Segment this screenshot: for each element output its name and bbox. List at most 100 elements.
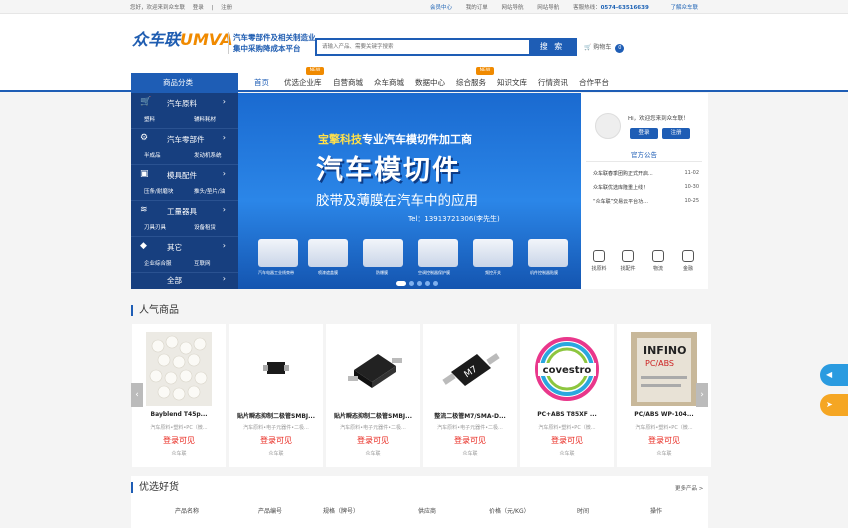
top-bar: 您好，欢迎来到众车联 登录 | 注册 会员中心 我的订单 网站导航 网站导航 客… xyxy=(0,0,848,14)
search-button[interactable]: 搜 索 xyxy=(529,40,575,54)
product-image-diode xyxy=(340,332,406,406)
banner-product-label: 机件控制器贴膜 xyxy=(530,270,558,275)
cart-count-badge: 0 xyxy=(615,44,625,53)
quick-find-parts[interactable]: 找配件 xyxy=(614,250,642,272)
category-row-all[interactable]: 全部 › xyxy=(131,273,238,289)
gear-icon: ⚙ xyxy=(140,133,149,143)
mold-icon: ▣ xyxy=(140,169,149,179)
notice-item[interactable]: 众车联优选库隆重上线！ 10-30 xyxy=(593,184,699,191)
chevron-right-icon: › xyxy=(222,241,226,250)
banner-product-image xyxy=(258,239,298,267)
product-card[interactable]: Bayblend T45p... 汽车原料•塑料•PC（微... 登录可见 众车… xyxy=(132,324,226,467)
hotline-number: 0574-63516639 xyxy=(600,5,649,11)
site-nav-link[interactable]: 网站导航 xyxy=(502,5,524,11)
site-logo[interactable]: 众车联UMVA xyxy=(132,24,233,49)
slogan-line1: 汽车零部件及相关制造业 xyxy=(233,33,316,42)
quick-logistics[interactable]: 物流 xyxy=(644,250,672,272)
float-service-button[interactable]: ◀ xyxy=(820,364,848,386)
cart-label: 购物车 xyxy=(593,44,612,51)
category-row[interactable]: ⚙ 汽车零部件 › 半成品 发动机系统 xyxy=(131,129,238,165)
hot-section-title: 人气商品 xyxy=(131,305,179,316)
member-center-link[interactable]: 会员中心 xyxy=(430,5,452,11)
new-badge-2: NEW xyxy=(476,67,494,75)
quick-find-material[interactable]: 找原料 xyxy=(585,250,613,272)
notice-item[interactable]: “众车联”交易云平台功... 10-25 xyxy=(593,198,699,205)
svg-text:covestro: covestro xyxy=(543,365,592,376)
register-link[interactable]: 注册 xyxy=(221,5,232,11)
megaphone-icon: ◀ xyxy=(826,370,833,379)
chevron-right-icon: › xyxy=(222,133,226,142)
avatar xyxy=(595,113,621,139)
welcome-text: 您好，欢迎来到众车联 xyxy=(130,5,186,11)
my-orders-link[interactable]: 我的订单 xyxy=(466,5,488,11)
register-button[interactable]: 注册 xyxy=(662,128,690,139)
cart-icon: 🛒 xyxy=(140,97,152,107)
svg-text:PC/ABS: PC/ABS xyxy=(645,359,674,368)
banner-tel: Tel：13913721306(李先生) xyxy=(408,215,500,223)
banner-product-image xyxy=(473,239,513,267)
banner-product-image xyxy=(528,239,568,267)
search-bar: 搜 索 xyxy=(315,38,577,56)
parts-icon xyxy=(622,250,634,262)
price-text: 登录可见 xyxy=(163,436,195,445)
banner-headline: 宝擎科技专业汽车模切件加工商 xyxy=(318,133,472,146)
nav-partners[interactable]: 合作平台 xyxy=(579,77,609,88)
category-row[interactable]: ▣ 模具配件 › 压条/耐磨块 推头/垫片/油 xyxy=(131,165,238,201)
category-row[interactable]: 🛒 汽车原料 › 塑料 辅料耗材 xyxy=(131,93,238,129)
carousel-dots[interactable] xyxy=(396,279,441,288)
nav-mall[interactable]: 众车商城 xyxy=(374,77,404,88)
more-products-link[interactable]: 更多产品 > xyxy=(675,484,703,492)
product-card[interactable]: 贴片瞬态抑制二极管SMBJ... 汽车原料•电子元器件•二极... 登录可见 众… xyxy=(326,324,420,467)
new-badge: NEW xyxy=(306,67,324,75)
col-header: 产品编号 xyxy=(258,508,283,515)
nav-home[interactable]: 首页 xyxy=(254,77,269,88)
carousel-prev-button[interactable]: ‹ xyxy=(131,383,143,407)
product-card[interactable]: covestro PC+ABS T85XF ... 汽车原料•塑料•PC（微..… xyxy=(520,324,614,467)
banner-product-image xyxy=(418,239,458,267)
nav-data-center[interactable]: 数据中心 xyxy=(415,77,445,88)
nav-self-mall[interactable]: 自营商城 xyxy=(333,77,363,88)
nav-knowledge[interactable]: 知识文库 xyxy=(497,77,527,88)
category-list: 🛒 汽车原料 › 塑料 辅料耗材 ⚙ 汽车零部件 › 半成品 发动机系统 ▣ 模… xyxy=(131,93,238,289)
cart-button[interactable]: 🛒 购物车 0 xyxy=(584,40,634,55)
col-header: 操作 xyxy=(650,508,663,515)
site-nav-link-2[interactable]: 网站导航 xyxy=(537,5,559,11)
chevron-right-icon: › xyxy=(222,169,226,178)
banner-subtitle: 胶带及薄膜在汽车中的应用 xyxy=(316,193,478,209)
price-text: 登录可见 xyxy=(357,436,389,445)
quick-finance[interactable]: 金融 xyxy=(674,250,702,272)
product-image-covestro-logo: covestro xyxy=(534,332,600,406)
finance-icon xyxy=(682,250,694,262)
chevron-right-icon: › xyxy=(222,97,226,106)
login-link[interactable]: 登录 xyxy=(193,5,204,11)
cart-icon: 🛒 xyxy=(584,44,592,51)
product-card[interactable]: M7 整流二极管M7/SMA-D... 汽车原料•电子元器件•二极... 登录可… xyxy=(423,324,517,467)
notice-title: 官方公告 xyxy=(586,148,702,162)
nav-news[interactable]: 行情资讯 xyxy=(538,77,568,88)
banner-product-label: 喷漆遮盖膜 xyxy=(318,270,338,275)
nav-preferred[interactable]: 优选企业库 xyxy=(284,77,322,88)
price-text: 登录可见 xyxy=(648,436,680,445)
category-row[interactable]: ◆ 其它 › 企业综合服 互联网 xyxy=(131,237,238,273)
selected-section xyxy=(131,476,708,528)
layers-icon: ≋ xyxy=(140,205,148,215)
search-input[interactable] xyxy=(317,40,529,54)
col-header: 供应商 xyxy=(418,508,437,515)
price-text: 登录可见 xyxy=(454,436,486,445)
banner-product-label: 防爆膜 xyxy=(376,270,388,275)
category-row[interactable]: ≋ 工量器具 › 刀具刃具 设备租赁 xyxy=(131,201,238,237)
nav-services[interactable]: 综合服务 xyxy=(456,77,486,88)
logo-brand: UMVA xyxy=(180,30,233,49)
about-link[interactable]: 了解众车联 xyxy=(671,5,699,11)
price-text: 登录可见 xyxy=(260,436,292,445)
category-header[interactable]: 商品分类 xyxy=(131,73,238,93)
notice-item[interactable]: 众车联春季团购正式开启... 11-02 xyxy=(593,170,699,177)
float-feedback-button[interactable]: ➤ xyxy=(820,394,848,416)
login-button[interactable]: 登录 xyxy=(630,128,658,139)
hero-banner[interactable]: 宝擎科技专业汽车模切件加工商 汽车模切件 胶带及薄膜在汽车中的应用 Tel：13… xyxy=(238,93,581,289)
carousel-next-button[interactable]: › xyxy=(696,383,708,407)
banner-product-image xyxy=(308,239,348,267)
banner-product-label: 空调控制器保护膜 xyxy=(418,270,450,275)
col-header: 规格（牌号） xyxy=(323,508,360,515)
product-card[interactable]: 贴片瞬态抑制二极管SMBJ... 汽车原料•电子元器件•二极... 登录可见 众… xyxy=(229,324,323,467)
